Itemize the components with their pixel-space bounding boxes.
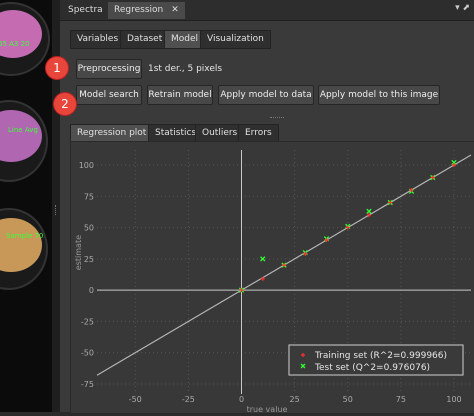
section-splitter[interactable] bbox=[270, 117, 284, 120]
sample-thumbnail-3[interactable]: Sample 70 bbox=[0, 208, 48, 290]
regression-plot-panel: -50 -25 0 25 50 75 100 -75 -50 -25 0 25 50 75 100 true … bbox=[70, 141, 474, 414]
y-tick-label: 50 bbox=[84, 224, 94, 233]
tab-variables[interactable]: Variables bbox=[70, 30, 126, 49]
y-axis-title: estimate bbox=[74, 235, 83, 270]
test-point bbox=[366, 208, 372, 214]
sample-thumbnails-panel: 65 A3 20 Line Avg Sample 70 bbox=[0, 0, 52, 412]
x-tick-label: 75 bbox=[396, 395, 406, 404]
close-icon[interactable]: ✕ bbox=[171, 5, 179, 15]
sample-thumbnail-1[interactable]: 65 A3 20 bbox=[0, 2, 50, 76]
dock-tab-spectra[interactable]: Spectra bbox=[62, 2, 109, 19]
dock-tab-bar: Spectra Regression ✕ ▾ ⬈ bbox=[60, 0, 474, 21]
x-tick-label: 50 bbox=[343, 395, 353, 404]
y-tick-label: 100 bbox=[79, 161, 94, 170]
tab-model[interactable]: Model bbox=[164, 30, 206, 49]
model-search-button[interactable]: Model search bbox=[76, 85, 142, 105]
x-tick-label: 25 bbox=[290, 395, 300, 404]
y-tick-label: 0 bbox=[89, 286, 94, 295]
dock-options-icon[interactable]: ▾ ⬈ bbox=[455, 3, 470, 13]
preprocessing-summary: 1st der., 5 pixels bbox=[148, 64, 223, 74]
x-tick-label: 100 bbox=[446, 395, 461, 404]
y-tick-label: -50 bbox=[81, 349, 94, 358]
regression-dock: Spectra Regression ✕ ▾ ⬈ Variables Datase… bbox=[46, 0, 474, 414]
x-tick-label: -50 bbox=[129, 395, 142, 404]
callout-badge-1: 1 bbox=[46, 57, 68, 79]
y-tick-label: -25 bbox=[81, 317, 94, 326]
legend-label-test: Test set (Q^2=0.976076) bbox=[314, 363, 430, 373]
y-tick-label: -75 bbox=[81, 380, 94, 389]
sample-label: 65 A3 20 bbox=[0, 40, 30, 48]
dock-tab-regression[interactable]: Regression ✕ bbox=[108, 2, 185, 19]
legend-label-training: Training set (R^2=0.999966) bbox=[314, 351, 447, 361]
dock-tab-label: Spectra bbox=[68, 5, 103, 15]
retrain-model-button[interactable]: Retrain model bbox=[147, 85, 213, 105]
apply-model-to-image-button[interactable]: Apply model to this image bbox=[318, 85, 440, 105]
callout-badge-2: 2 bbox=[54, 93, 76, 115]
apply-model-to-data-button[interactable]: Apply model to data bbox=[218, 85, 314, 105]
y-tick-label: 25 bbox=[84, 255, 94, 264]
y-tick-label: 75 bbox=[84, 192, 94, 201]
sample-label: Line Avg bbox=[8, 126, 38, 134]
x-tick-label: 0 bbox=[239, 395, 244, 404]
tab-dataset[interactable]: Dataset bbox=[120, 30, 170, 49]
preprocessing-button[interactable]: Preprocessing bbox=[76, 59, 142, 79]
splitter-grip[interactable] bbox=[55, 205, 58, 215]
x-tick-label: -25 bbox=[182, 395, 195, 404]
regression-plot[interactable]: -50 -25 0 25 50 75 100-75-50-250255075100true … bbox=[71, 142, 474, 414]
sample-thumbnail-2[interactable]: Line Avg bbox=[0, 100, 48, 182]
tab-visualization[interactable]: Visualization bbox=[200, 30, 271, 49]
dock-tab-label: Regression bbox=[114, 5, 164, 15]
sample-label: Sample 70 bbox=[6, 232, 44, 240]
